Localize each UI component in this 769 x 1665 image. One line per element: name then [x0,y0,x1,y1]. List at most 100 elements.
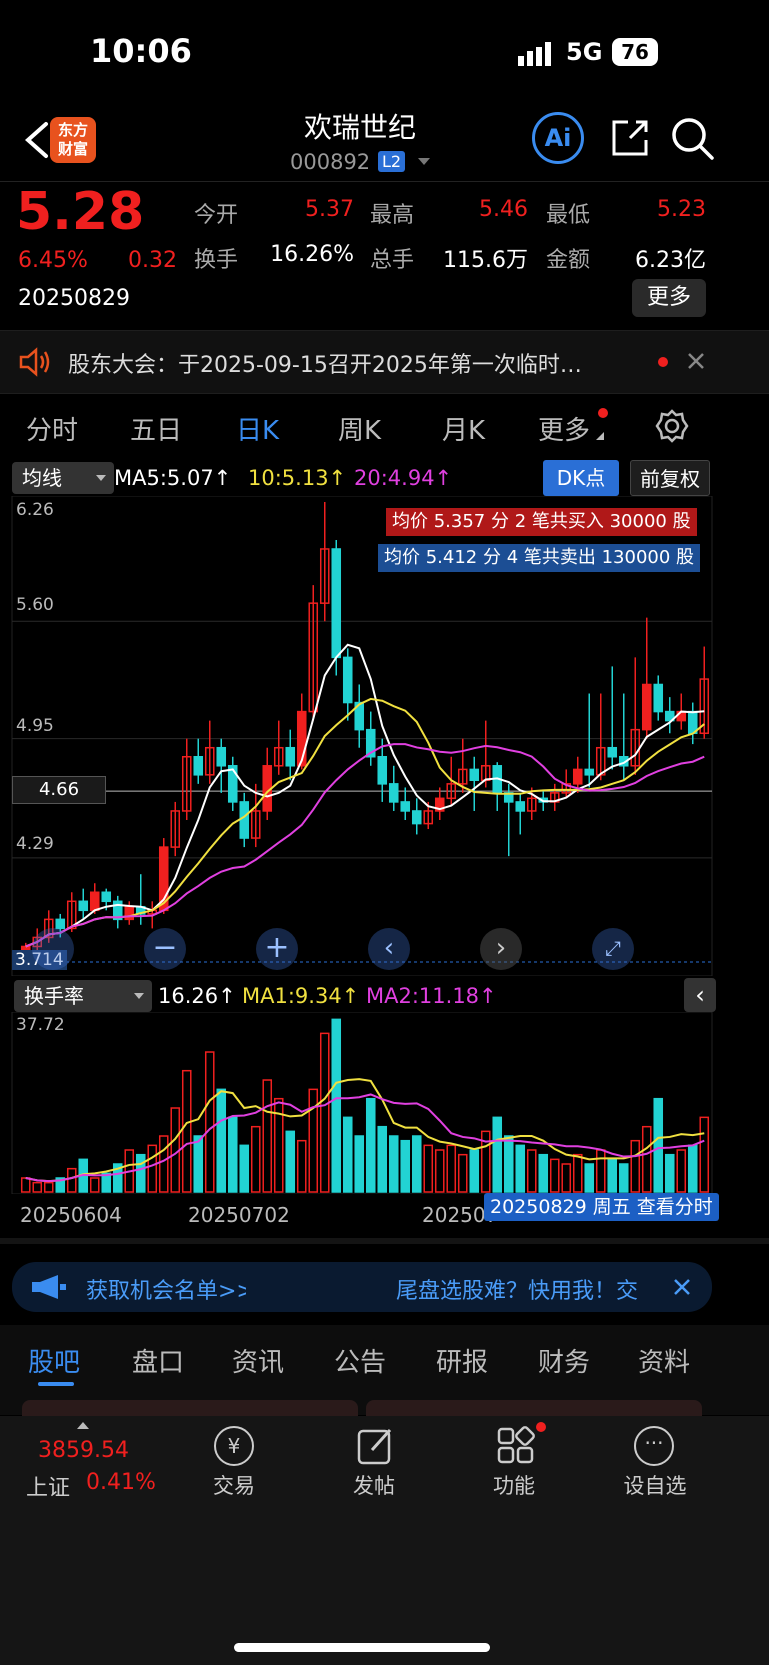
turnover-bar [342,1116,353,1193]
view-intraday-popup[interactable]: 20250829 周五 查看分时 [484,1193,719,1221]
fullscreen-icon[interactable]: ⤢ [592,928,634,970]
tab-daily-k[interactable]: 日K [236,410,279,447]
date-axis-2: 20250702 [188,1203,290,1227]
change-percent: 6.45% [18,248,88,273]
zoom-in-icon[interactable]: + [256,928,298,970]
candle-body [584,768,595,776]
tab-monthly-k[interactable]: 月K [442,410,485,447]
tab-intraday[interactable]: 分时 [26,410,78,447]
turnover-bar [20,1177,31,1193]
promo-close-icon[interactable] [672,1277,692,1297]
turnover-bar [388,1135,399,1193]
index-change: 0.41% [86,1470,156,1495]
more-quote-button[interactable]: 更多 [632,279,706,317]
notice-text: 股东大会：于2025-09-15召开2025年第一次临时… [68,353,582,378]
candle-body [78,900,89,912]
tab-announcements[interactable]: 公告 [334,1342,386,1379]
turnover-bar [457,1153,468,1193]
collapse-panel-icon[interactable]: ‹ [684,978,716,1012]
tab-profile[interactable]: 资料 [638,1342,690,1379]
post-icon[interactable] [356,1426,396,1466]
network-label: 5G [566,38,603,66]
turnover-bar [664,1153,675,1193]
code-dropdown-icon[interactable] [418,158,430,165]
notice-close-icon[interactable] [686,351,706,371]
candle-body [89,891,100,912]
select-arrow-icon [96,475,106,481]
candle-body [641,683,652,731]
price-axis-2: 5.60 [16,595,54,615]
zoom-out-icon[interactable]: − [144,928,186,970]
status-time: 10:06 [90,32,192,70]
candle-body [607,746,618,758]
promo-banner[interactable]: 获取机会名单>> 尾盘选股难？快用我！交 [12,1262,712,1312]
tab-five-day[interactable]: 五日 [130,410,182,447]
features-icon[interactable] [496,1426,536,1466]
chart-next-icon[interactable]: › [480,928,522,970]
megaphone-icon [30,1274,70,1300]
change-amount: 0.32 [128,248,177,273]
adjust-button[interactable]: 前复权 [630,460,710,496]
trade-icon[interactable]: ¥ [214,1426,254,1466]
turnover-bar [250,1125,261,1193]
nav-trade[interactable]: 交易 [194,1470,274,1500]
candle-body [285,746,296,767]
content-card-left [22,1400,358,1416]
index-value[interactable]: 3859.54 [38,1438,129,1463]
index-up-icon [77,1422,89,1429]
tab-news[interactable]: 资讯 [232,1342,284,1379]
nav-add-watchlist[interactable]: 设自选 [610,1470,700,1500]
current-price: 5.28 [16,182,145,242]
tab-financials[interactable]: 财务 [538,1342,590,1379]
turnover-current: 16.26↑ [158,984,236,1008]
tab-weekly-k[interactable]: 周K [338,410,381,447]
sell-summary-banner: 均价 5.412 分 4 笔共卖出 130000 股 [378,544,701,572]
chart-scroll-left-end-icon[interactable] [32,928,74,970]
index-name: 上证 [26,1476,71,1501]
candle-body [469,768,480,781]
ma10-value: 10:5.13↑ [248,466,347,490]
ai-button[interactable]: Ai [532,112,584,164]
level-badge: L2 [378,151,406,172]
turnover-bar [446,1144,457,1193]
turnover-bar [515,1144,526,1193]
volume-value: 115.6万 [443,248,528,273]
nav-post[interactable]: 发帖 [334,1470,414,1500]
chart-prev-icon[interactable]: ‹ [368,928,410,970]
turnover-label: 换手 [194,248,239,273]
notice-bar[interactable]: 股东大会：于2025-09-15召开2025年第一次临时… [0,330,769,394]
tab-more[interactable]: 更多 [538,410,590,447]
ma-indicator-select[interactable]: 均线 [12,462,114,494]
tab-research[interactable]: 研报 [436,1342,488,1379]
turnover-value: 16.26% [270,242,354,267]
settings-icon[interactable] [654,408,690,444]
turnover-bar [653,1097,664,1193]
turnover-bar [296,1139,307,1193]
search-icon[interactable] [670,116,716,162]
dk-point-button[interactable]: DK点 [543,460,619,496]
watchlist-icon[interactable]: ··· [634,1426,674,1466]
more-dot [598,408,608,418]
amount-label: 金额 [546,248,591,273]
low-value: 5.23 [657,197,706,222]
promo-right-text: 尾盘选股难？快用我！交 [396,1279,639,1304]
crosshair-price-label: 4.66 [12,776,106,804]
select-arrow-icon [134,993,144,999]
turnover-bar [400,1139,411,1193]
tab-order-book[interactable]: 盘口 [132,1342,184,1379]
turnover-indicator-select[interactable]: 换手率 [14,980,152,1012]
candle-body [193,756,204,776]
turnover-chart[interactable] [0,1012,769,1194]
turnover-bar [641,1125,652,1193]
content-card-right [366,1400,702,1416]
low-label: 最低 [546,203,591,228]
turnover-bar [377,1125,388,1193]
price-axis-top: 6.26 [16,500,54,520]
tab-forum[interactable]: 股吧 [28,1342,80,1379]
share-icon[interactable] [608,116,652,160]
candle-body [239,801,250,839]
turnover-bar [181,1069,192,1193]
turnover-bar [147,1144,158,1193]
nav-features[interactable]: 功能 [474,1470,554,1500]
turnover-indicator-label: 换手率 [24,984,84,1008]
